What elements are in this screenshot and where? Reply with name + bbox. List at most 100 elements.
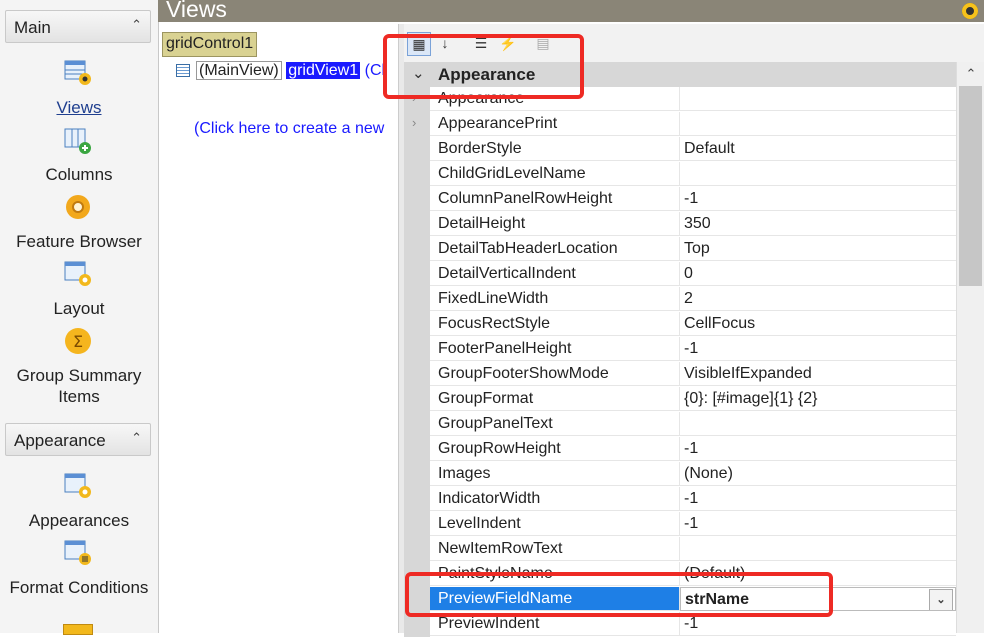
property-value[interactable]: 0 <box>680 262 956 286</box>
property-value[interactable]: -1 <box>680 337 956 361</box>
row-gutter <box>404 362 430 387</box>
property-row[interactable]: ChildGridLevelName <box>404 162 956 187</box>
property-name: DetailVerticalIndent <box>430 262 680 286</box>
property-row[interactable]: BorderStyle Default <box>404 137 956 162</box>
columns-icon <box>64 128 91 154</box>
view-change-link[interactable]: (Cl <box>365 62 385 79</box>
property-value-text: -1 <box>684 190 699 207</box>
property-row[interactable]: IndicatorWidth -1 <box>404 487 956 512</box>
row-gutter <box>404 462 430 487</box>
property-value-text: 2 <box>684 290 693 307</box>
property-row[interactable]: FooterPanelHeight -1 <box>404 337 956 362</box>
property-value[interactable]: 2 <box>680 287 956 311</box>
property-value[interactable] <box>680 162 956 186</box>
group-header-label: Main <box>14 18 51 37</box>
property-name: Images <box>430 462 680 486</box>
property-value[interactable]: -1 <box>680 437 956 461</box>
property-value-text: (None) <box>684 465 733 482</box>
property-row[interactable]: DetailHeight 350 <box>404 212 956 237</box>
property-value[interactable]: CellFocus <box>680 312 956 336</box>
property-value[interactable] <box>680 112 956 136</box>
property-value-text: -1 <box>684 340 699 357</box>
row-gutter <box>404 537 430 562</box>
property-name: FixedLineWidth <box>430 287 680 311</box>
dropdown-chevron-icon[interactable]: ⌄ <box>929 589 953 610</box>
row-gutter <box>404 312 430 337</box>
property-name: IndicatorWidth <box>430 487 680 511</box>
property-row[interactable]: GroupPanelText <box>404 412 956 437</box>
property-value[interactable]: VisibleIfExpanded <box>680 362 956 386</box>
property-row[interactable]: DetailTabHeaderLocation Top <box>404 237 956 262</box>
sidebar-item-label: Columns <box>45 165 113 184</box>
group-header-main[interactable]: Main ⌃ <box>5 10 151 43</box>
next-item-icon <box>63 624 93 635</box>
row-gutter <box>404 162 430 187</box>
group-header-label: Appearance <box>14 431 106 450</box>
property-value-text: -1 <box>684 515 699 532</box>
property-row[interactable]: FocusRectStyle CellFocus <box>404 312 956 337</box>
row-gutter <box>404 437 430 462</box>
record-icon[interactable] <box>962 3 978 19</box>
property-value[interactable] <box>680 87 956 111</box>
property-value[interactable]: Top <box>680 237 956 261</box>
sidebar-item-label: Appearances <box>28 511 130 530</box>
row-gutter <box>404 412 430 437</box>
property-value[interactable]: -1 <box>680 487 956 511</box>
property-value[interactable]: -1 <box>680 187 956 211</box>
property-name: NewItemRowText <box>430 537 680 561</box>
property-name: GroupPanelText <box>430 412 680 436</box>
property-value[interactable]: (None) <box>680 462 956 486</box>
property-row[interactable]: GroupFormat {0}: [#image]{1} {2} <box>404 387 956 412</box>
property-name: GroupRowHeight <box>430 437 680 461</box>
title-bar: Views <box>158 0 984 22</box>
window-title: Views <box>166 0 227 22</box>
highlight-box-preview-field <box>405 572 833 617</box>
property-value-text: -1 <box>684 615 699 632</box>
property-name: FooterPanelHeight <box>430 337 680 361</box>
property-value-text: {0}: [#image]{1} {2} <box>684 390 818 407</box>
property-value[interactable] <box>680 537 956 561</box>
property-name: GroupFormat <box>430 387 680 411</box>
property-row[interactable]: Images (None) <box>404 462 956 487</box>
property-row[interactable]: GroupRowHeight -1 <box>404 437 956 462</box>
svg-text:Σ: Σ <box>73 332 83 351</box>
group-header-appearance[interactable]: Appearance ⌃ <box>5 423 151 456</box>
scroll-up-icon[interactable]: ⌃ <box>957 62 984 86</box>
property-value-text: 350 <box>684 215 711 232</box>
property-value[interactable]: Default <box>680 137 956 161</box>
property-value-text: CellFocus <box>684 315 756 332</box>
tree-node-grid-control[interactable]: gridControl1 <box>162 32 258 57</box>
tree-node-view[interactable]: (MainView) gridView1 (Cl <box>176 61 385 86</box>
create-view-link[interactable]: (Click here to create a new <box>194 120 384 138</box>
row-gutter <box>404 137 430 162</box>
scroll-thumb[interactable] <box>959 86 982 286</box>
chevron-up-icon: ⌃ <box>131 430 142 445</box>
property-row[interactable]: FixedLineWidth 2 <box>404 287 956 312</box>
property-row[interactable]: DetailVerticalIndent 0 <box>404 262 956 287</box>
property-value[interactable]: 350 <box>680 212 956 236</box>
property-row[interactable]: NewItemRowText <box>404 537 956 562</box>
appearances-icon <box>64 473 91 498</box>
row-gutter <box>404 512 430 537</box>
property-row[interactable]: › AppearancePrint <box>404 112 956 137</box>
row-gutter <box>404 212 430 237</box>
property-row[interactable]: GroupFooterShowMode VisibleIfExpanded <box>404 362 956 387</box>
sidebar-item-label: Feature Browser <box>16 232 142 251</box>
sigma-icon: Σ <box>65 328 91 354</box>
row-gutter <box>404 487 430 512</box>
property-name: ChildGridLevelName <box>430 162 680 186</box>
row-gutter <box>404 337 430 362</box>
property-row[interactable]: ColumnPanelRowHeight -1 <box>404 187 956 212</box>
sidebar-item-label: Format Conditions <box>9 578 149 597</box>
expand-icon[interactable]: › <box>412 115 416 130</box>
property-value[interactable]: -1 <box>680 512 956 536</box>
property-value[interactable]: {0}: [#image]{1} {2} <box>680 387 956 411</box>
grid-view-icon <box>176 64 190 78</box>
property-value[interactable] <box>680 412 956 436</box>
vertical-scrollbar[interactable]: ⌃ <box>956 62 984 633</box>
layout-icon <box>64 261 91 286</box>
row-gutter: › <box>404 112 430 137</box>
property-row[interactable]: LevelIndent -1 <box>404 512 956 537</box>
property-value-text: 0 <box>684 265 693 282</box>
view-name[interactable]: gridView1 <box>286 62 361 79</box>
